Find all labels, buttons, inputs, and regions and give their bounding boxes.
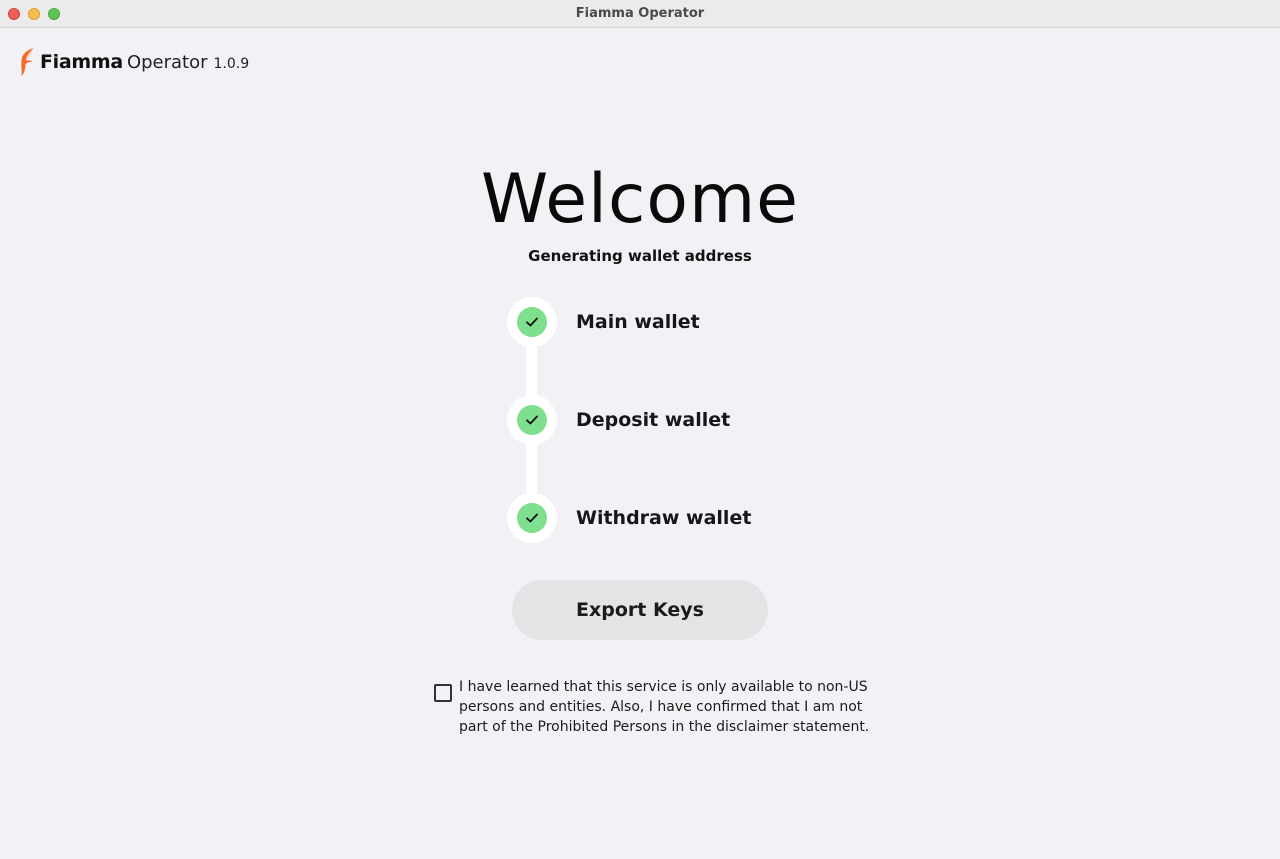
app-version: 1.0.9 <box>213 55 250 72</box>
step-deposit-wallet: Deposit wallet <box>507 395 730 445</box>
welcome-heading: Welcome <box>480 160 800 239</box>
checkmark-icon <box>517 405 547 435</box>
brand-product: Operator <box>126 51 208 73</box>
title-bar: Fiamma Operator <box>0 0 1280 28</box>
step-label: Main wallet <box>576 311 700 333</box>
step-label: Withdraw wallet <box>576 507 752 529</box>
agreement-text: I have learned that this service is only… <box>459 679 870 735</box>
step-indicator <box>507 395 557 445</box>
app-window: Fiamma Operator Fiamma Operator 1.0.9 We… <box>0 0 1280 859</box>
checkmark-icon <box>517 503 547 533</box>
step-main-wallet: Main wallet <box>507 297 700 347</box>
brand-header: Fiamma Operator 1.0.9 <box>18 46 249 78</box>
step-indicator <box>507 297 557 347</box>
checkmark-icon <box>517 307 547 337</box>
brand-name: Fiamma <box>40 51 123 73</box>
export-keys-button[interactable]: Export Keys <box>512 580 768 640</box>
step-withdraw-wallet: Withdraw wallet <box>507 493 751 543</box>
flame-logo-icon <box>18 47 36 77</box>
step-label: Deposit wallet <box>576 409 731 431</box>
window-title: Fiamma Operator <box>575 6 705 21</box>
welcome-subtitle: Generating wallet address <box>528 247 752 265</box>
agreement-checkbox[interactable] <box>434 684 452 702</box>
step-indicator <box>507 493 557 543</box>
